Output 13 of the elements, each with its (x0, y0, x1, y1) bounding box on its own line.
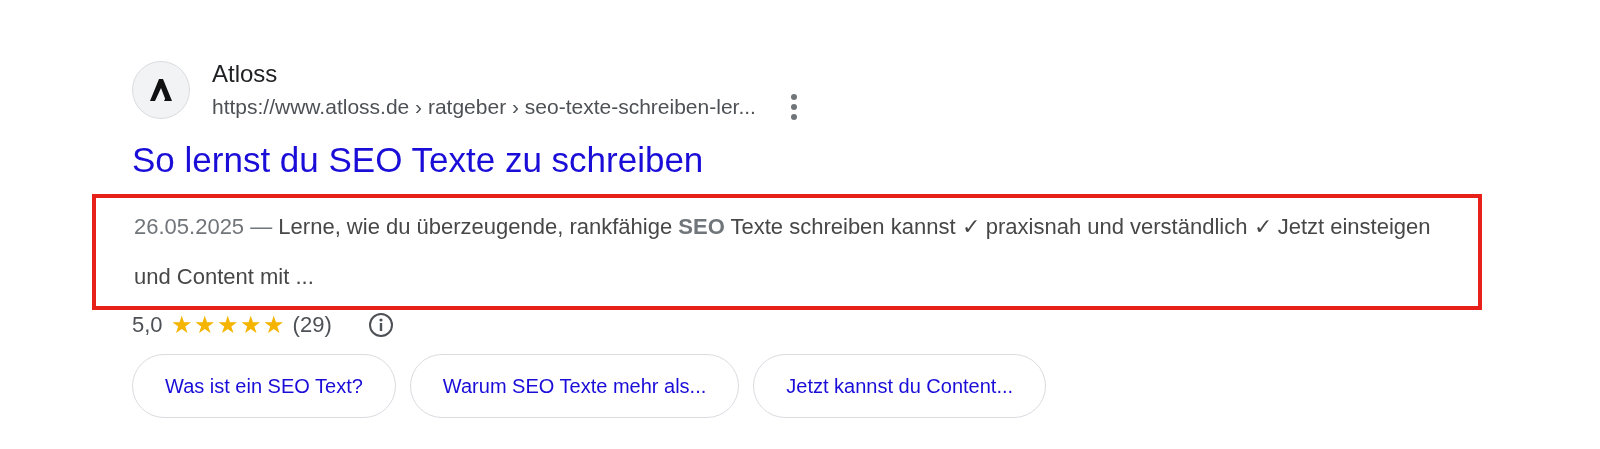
result-url: https://www.atloss.de › ratgeber › seo-texte-schreiben-ler... (212, 95, 756, 119)
related-question-chip[interactable]: Was ist ein SEO Text? (132, 354, 396, 418)
logo-icon (150, 79, 172, 101)
related-question-chip[interactable]: Warum SEO Texte mehr als... (409, 354, 740, 418)
result-snippet: 26.05.2025 — Lerne, wie du überzeugende, rankfähige SEO Texte schreiben kannst ✓ praxisnah und verständlich ✓ Jetzt einsteigen und Content mit ... (134, 213, 1432, 291)
result-title-link[interactable]: So lernst du SEO Texte zu schreiben (132, 140, 704, 180)
rating-count: (29) (292, 312, 332, 338)
more-options-icon[interactable] (789, 94, 798, 120)
site-name: Atloss (212, 60, 279, 88)
related-question-chip[interactable]: Jetzt kannst du Content... (753, 354, 1047, 418)
info-icon[interactable] (367, 312, 394, 338)
rating-score: 5,0 (132, 312, 163, 338)
star-rating: ★★★★★ (170, 313, 285, 337)
